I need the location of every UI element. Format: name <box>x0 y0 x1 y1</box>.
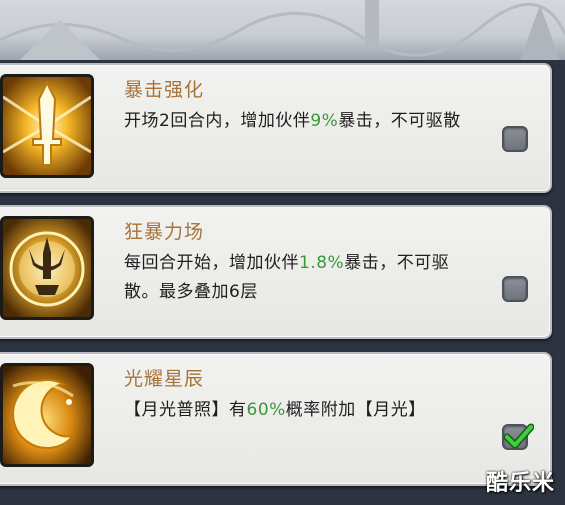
highlight-value: 9% <box>310 111 339 131</box>
skill-list: 暴击强化 开场2回合内，增加伙伴9%暴击，不可驱散 狂暴力场 每回合开始，增加伙… <box>0 55 552 505</box>
skill-card-2[interactable]: 狂暴力场 每回合开始，增加伙伴1.8%暴击，不可驱散。最多叠加6层 <box>0 205 552 339</box>
skill-description: 【月光普照】有60%概率附加【月光】 <box>124 400 426 420</box>
top-ornament-icon <box>0 0 565 60</box>
skill-checkbox-2[interactable] <box>502 276 528 302</box>
sword-burst-icon <box>0 74 94 178</box>
skill-description: 每回合开始，增加伙伴1.8%暴击，不可驱散。最多叠加6层 <box>124 253 450 302</box>
skill-card-3[interactable]: 光耀星辰 【月光普照】有60%概率附加【月光】 <box>0 352 552 486</box>
skill-name: 光耀星辰 <box>124 368 205 390</box>
watermark-logo: 酷乐米 <box>485 471 555 496</box>
top-decoration <box>0 0 565 60</box>
trident-orb-icon <box>0 216 94 320</box>
highlight-value: 60% <box>246 400 286 420</box>
skill-name: 狂暴力场 <box>124 221 205 243</box>
skill-checkbox-1[interactable] <box>502 126 528 152</box>
checkmark-icon <box>503 423 534 449</box>
highlight-value: 1.8% <box>299 253 345 273</box>
skill-checkbox-3[interactable] <box>502 423 534 450</box>
skill-card-1[interactable]: 暴击强化 开场2回合内，增加伙伴9%暴击，不可驱散 <box>0 63 552 193</box>
skill-name: 暴击强化 <box>124 79 205 101</box>
skill-description: 开场2回合内，增加伙伴9%暴击，不可驱散 <box>124 111 461 131</box>
crescent-moon-icon <box>0 363 94 467</box>
